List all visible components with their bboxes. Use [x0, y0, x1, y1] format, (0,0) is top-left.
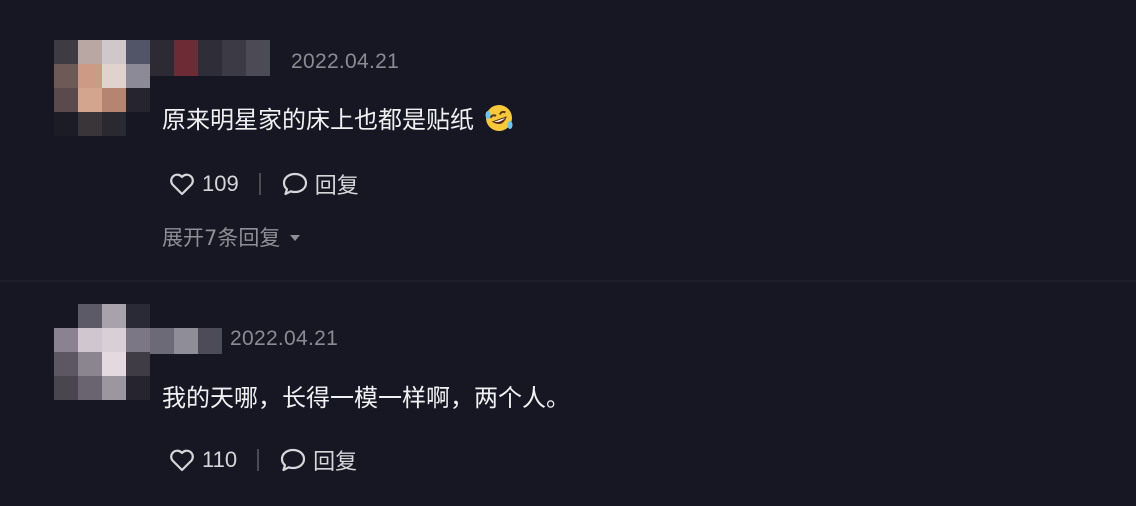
rofl-emoji-icon	[484, 103, 514, 133]
comment-date: 2022.04.21	[230, 327, 339, 350]
expand-replies-label: 展开7条回复	[162, 226, 281, 250]
avatar[interactable]	[54, 40, 150, 136]
expand-replies-button[interactable]: 展开7条回复	[162, 222, 301, 252]
comment-text: 原来明星家的床上也都是贴纸	[162, 100, 514, 135]
comment-actions: 109 回复	[168, 168, 359, 200]
comment-item: 2022.04.21 我的天哪，长得一模一样啊，两个人。 110 回复	[0, 282, 1136, 506]
comment-text-body: 原来明星家的床上也都是贴纸	[162, 106, 474, 134]
reply-label: 回复	[313, 450, 358, 475]
caret-down-icon	[290, 235, 301, 241]
like-button[interactable]: 109	[168, 171, 239, 197]
like-button[interactable]: 110	[168, 447, 237, 473]
username[interactable]	[150, 40, 270, 76]
heart-outline-icon	[170, 173, 194, 196]
reply-button[interactable]: 回复	[279, 444, 357, 476]
speech-bubble-icon	[282, 172, 307, 196]
action-divider	[258, 173, 261, 195]
like-count: 109	[202, 171, 239, 196]
comment-list: 2022.04.21 原来明星家的床上也都是贴纸 109 回复 展开7条回复 2…	[0, 0, 1136, 506]
username[interactable]	[150, 328, 222, 354]
comment-text-body: 我的天哪，长得一模一样啊，两个人。	[162, 384, 570, 412]
avatar[interactable]	[54, 304, 150, 400]
comment-actions: 110 回复	[168, 444, 357, 476]
heart-outline-icon	[170, 449, 194, 472]
like-count: 110	[202, 447, 238, 472]
action-divider	[257, 449, 260, 471]
speech-bubble-icon	[280, 448, 306, 472]
reply-label: 回复	[314, 174, 359, 199]
comment-item: 2022.04.21 原来明星家的床上也都是贴纸 109 回复 展开7条回复	[0, 0, 1136, 280]
comment-text: 我的天哪，长得一模一样啊，两个人。	[162, 378, 570, 413]
comment-date: 2022.04.21	[291, 50, 400, 73]
reply-button[interactable]: 回复	[281, 168, 359, 200]
